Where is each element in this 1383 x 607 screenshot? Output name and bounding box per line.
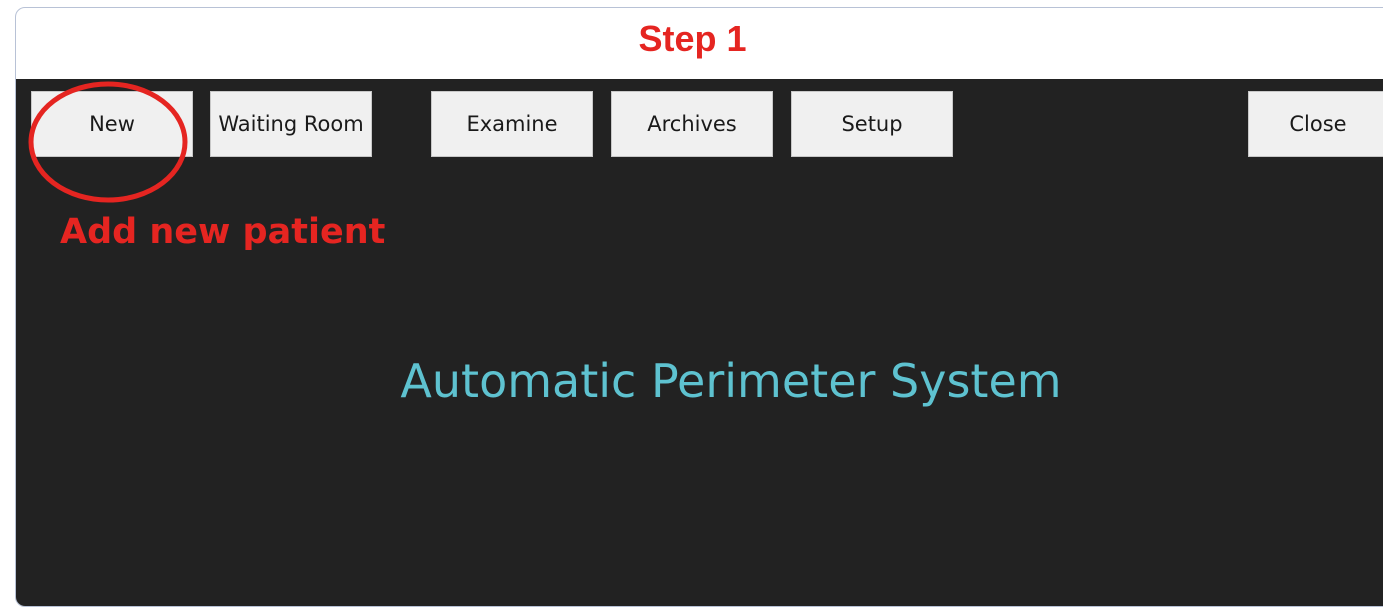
examine-button[interactable]: Examine — [431, 91, 593, 157]
step-title: Step 1 — [638, 18, 747, 59]
close-button[interactable]: Close — [1248, 91, 1383, 157]
setup-button[interactable]: Setup — [791, 91, 953, 157]
waiting-room-button[interactable]: Waiting Room — [210, 91, 372, 157]
archives-button[interactable]: Archives — [611, 91, 773, 157]
new-button[interactable]: New — [31, 91, 193, 157]
screenshot-frame: Step 1 New Waiting Room Examine Archives… — [15, 7, 1383, 607]
callout-text: Add new patient — [60, 212, 386, 252]
app-title: Automatic Perimeter System — [400, 354, 1062, 408]
app-window: New Waiting Room Examine Archives Setup … — [16, 79, 1383, 606]
